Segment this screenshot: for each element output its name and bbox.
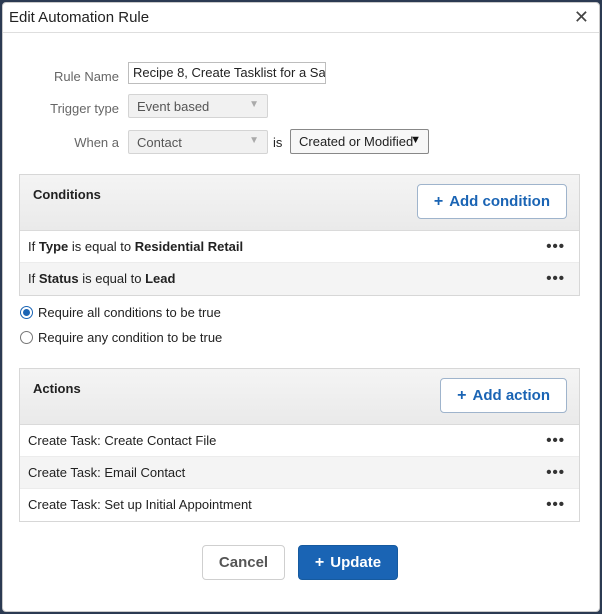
add-condition-button[interactable]: + Add condition [416, 184, 567, 219]
require-any-radio[interactable] [20, 331, 33, 344]
rule-name-label: Rule Name [53, 69, 119, 84]
require-all-radio[interactable] [20, 306, 33, 319]
rule-name-input[interactable]: Recipe 8, Create Tasklist for a Sales [128, 62, 326, 84]
add-action-label: Add action [472, 387, 551, 404]
update-label: Update [330, 554, 382, 571]
condition-row: If Type is equal to Residential Retail •… [20, 231, 579, 263]
condition-prefix: If [28, 271, 36, 286]
require-all-label: Require all conditions to be true [38, 305, 221, 320]
edit-automation-rule-dialog: Edit Automation Rule ✕ Rule Name Recipe … [2, 2, 600, 612]
condition-text: If Type is equal to Residential Retail [28, 239, 243, 254]
conditions-panel: Conditions + Add condition If Type is equ… [19, 174, 580, 296]
update-button[interactable]: + Update [298, 545, 398, 580]
trigger-type-value: Event based [137, 99, 210, 114]
conditions-header: Conditions + Add condition [20, 175, 579, 231]
condition-value: Lead [145, 271, 176, 286]
add-action-button[interactable]: + Add action [440, 378, 567, 413]
conditions-title: Conditions [33, 187, 101, 202]
plus-icon: + [314, 554, 325, 571]
condition-operator: is equal to [71, 239, 132, 254]
trigger-type-label: Trigger type [50, 101, 119, 116]
condition-text: If Status is equal to Lead [28, 271, 175, 286]
actions-panel: Actions + Add action Create Task: Create … [19, 368, 580, 522]
condition-operator: is equal to [82, 271, 142, 286]
dropdown-arrow-icon: ▼ [249, 99, 259, 110]
action-row: Create Task: Create Contact File ••• [20, 425, 579, 457]
condition-row: If Status is equal to Lead ••• [20, 263, 579, 295]
actions-header: Actions + Add action [20, 369, 579, 425]
trigger-type-select: Event based ▼ [128, 94, 268, 118]
action-row: Create Task: Email Contact ••• [20, 457, 579, 489]
is-label: is [273, 135, 283, 150]
more-options-icon[interactable]: ••• [546, 270, 565, 287]
add-condition-label: Add condition [449, 193, 550, 210]
dialog-titlebar: Edit Automation Rule ✕ [3, 3, 599, 33]
condition-value: Residential Retail [134, 239, 244, 254]
dropdown-arrow-icon: ▼ [410, 134, 421, 146]
condition-field: Type [38, 239, 69, 254]
more-options-icon[interactable]: ••• [546, 496, 565, 513]
action-text: Create Task: Set up Initial Appointment [28, 497, 252, 512]
cancel-button[interactable]: Cancel [202, 545, 285, 580]
event-select-value: Created or Modified [299, 134, 414, 149]
condition-field: Status [38, 271, 79, 286]
action-text: Create Task: Email Contact [28, 465, 186, 480]
plus-icon: + [433, 193, 444, 210]
more-options-icon[interactable]: ••• [546, 432, 565, 449]
dropdown-arrow-icon: ▼ [249, 135, 259, 146]
event-select[interactable]: Created or Modified ▼ [290, 129, 429, 154]
condition-prefix: If [28, 239, 36, 254]
dialog-title: Edit Automation Rule [9, 9, 150, 26]
when-label: When a [74, 135, 119, 150]
more-options-icon[interactable]: ••• [546, 464, 565, 481]
more-options-icon[interactable]: ••• [546, 238, 565, 255]
action-text: Create Task: Create Contact File [28, 433, 217, 448]
actions-title: Actions [33, 381, 81, 396]
close-icon[interactable]: ✕ [574, 8, 589, 26]
when-object-value: Contact [137, 135, 182, 150]
require-any-label: Require any condition to be true [38, 330, 223, 345]
when-object-select: Contact ▼ [128, 130, 268, 154]
action-row: Create Task: Set up Initial Appointment … [20, 489, 579, 521]
plus-icon: + [457, 387, 467, 404]
